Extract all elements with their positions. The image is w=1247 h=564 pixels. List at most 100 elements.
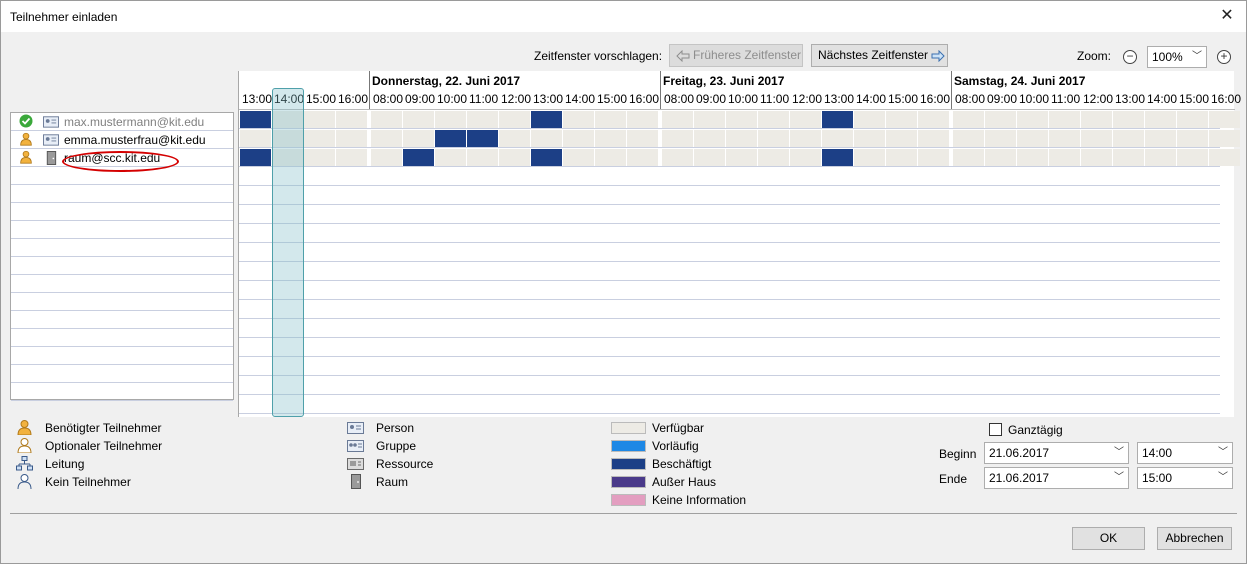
free-slot[interactable] <box>953 149 984 166</box>
cancel-button[interactable]: Abbrechen <box>1157 527 1232 550</box>
free-slot[interactable] <box>662 149 693 166</box>
free-slot[interactable] <box>1049 130 1080 147</box>
free-slot[interactable] <box>758 149 789 166</box>
free-slot[interactable] <box>854 149 885 166</box>
attendee-email[interactable]: max.mustermann@kit.edu <box>64 115 204 129</box>
list-item[interactable] <box>11 203 233 221</box>
free-slot[interactable] <box>627 111 658 128</box>
free-slot[interactable] <box>403 111 434 128</box>
end-time-select[interactable]: 15:00 ﹀ <box>1137 467 1233 489</box>
list-item[interactable]: emma.musterfrau@kit.edu <box>11 131 233 149</box>
free-slot[interactable] <box>1209 111 1240 128</box>
free-slot[interactable] <box>985 149 1016 166</box>
free-slot[interactable] <box>1049 149 1080 166</box>
free-slot[interactable] <box>499 130 530 147</box>
free-slot[interactable] <box>1081 111 1112 128</box>
free-slot[interactable] <box>1145 111 1176 128</box>
begin-time-select[interactable]: 14:00 ﹀ <box>1137 442 1233 464</box>
free-slot[interactable] <box>726 111 757 128</box>
free-slot[interactable] <box>854 111 885 128</box>
list-item[interactable] <box>11 347 233 365</box>
free-slot[interactable] <box>726 149 757 166</box>
free-slot[interactable] <box>953 111 984 128</box>
next-slot-button[interactable]: Nächstes Zeitfenster <box>811 44 948 67</box>
free-slot[interactable] <box>1113 130 1144 147</box>
ok-button[interactable]: OK <box>1072 527 1145 550</box>
begin-date-select[interactable]: 21.06.2017 ﹀ <box>984 442 1129 464</box>
free-slot[interactable] <box>1017 149 1048 166</box>
free-slot[interactable] <box>467 149 498 166</box>
free-slot[interactable] <box>336 111 367 128</box>
person-card-icon[interactable] <box>43 133 59 146</box>
free-slot[interactable] <box>595 149 626 166</box>
free-slot[interactable] <box>758 130 789 147</box>
free-slot[interactable] <box>304 111 335 128</box>
free-slot[interactable] <box>694 149 725 166</box>
free-slot[interactable] <box>886 111 917 128</box>
free-slot[interactable] <box>371 130 402 147</box>
free-slot[interactable] <box>627 130 658 147</box>
free-slot[interactable] <box>918 111 949 128</box>
free-slot[interactable] <box>1113 149 1144 166</box>
list-item[interactable] <box>11 239 233 257</box>
free-slot[interactable] <box>499 149 530 166</box>
free-slot[interactable] <box>595 111 626 128</box>
list-item[interactable] <box>11 257 233 275</box>
free-slot[interactable] <box>1049 111 1080 128</box>
free-slot[interactable] <box>985 111 1016 128</box>
earlier-slot-button[interactable]: Früheres Zeitfenster <box>669 44 803 67</box>
free-slot[interactable] <box>336 130 367 147</box>
free-slot[interactable] <box>953 130 984 147</box>
free-slot[interactable] <box>563 149 594 166</box>
free-slot[interactable] <box>531 130 562 147</box>
free-slot[interactable] <box>854 130 885 147</box>
zoom-in-icon[interactable]: + <box>1217 50 1231 64</box>
person-required-icon[interactable] <box>19 132 33 146</box>
free-slot[interactable] <box>499 111 530 128</box>
list-item[interactable] <box>11 329 233 347</box>
list-item[interactable] <box>11 185 233 203</box>
free-slot[interactable] <box>662 130 693 147</box>
free-slot[interactable] <box>1081 130 1112 147</box>
free-slot[interactable] <box>435 111 466 128</box>
free-slot[interactable] <box>435 149 466 166</box>
list-item[interactable] <box>11 365 233 383</box>
close-icon[interactable]: ✕ <box>1214 4 1240 28</box>
zoom-select[interactable]: 100% ﹀ <box>1147 46 1207 68</box>
free-slot[interactable] <box>694 111 725 128</box>
free-slot[interactable] <box>595 130 626 147</box>
list-item[interactable] <box>11 221 233 239</box>
list-item[interactable] <box>11 293 233 311</box>
free-slot[interactable] <box>985 130 1016 147</box>
free-slot[interactable] <box>790 130 821 147</box>
room-door-icon[interactable] <box>43 151 59 165</box>
free-slot[interactable] <box>790 111 821 128</box>
free-slot[interactable] <box>822 130 853 147</box>
free-slot[interactable] <box>371 149 402 166</box>
free-slot[interactable] <box>790 149 821 166</box>
selected-timeslot[interactable] <box>272 88 304 417</box>
free-slot[interactable] <box>1017 111 1048 128</box>
free-slot[interactable] <box>1209 149 1240 166</box>
free-slot[interactable] <box>918 130 949 147</box>
free-slot[interactable] <box>1177 130 1208 147</box>
person-card-icon[interactable] <box>43 115 59 128</box>
free-slot[interactable] <box>1017 130 1048 147</box>
free-slot[interactable] <box>1177 111 1208 128</box>
free-slot[interactable] <box>886 130 917 147</box>
list-item[interactable]: max.mustermann@kit.edu <box>11 113 233 131</box>
free-slot[interactable] <box>563 111 594 128</box>
end-date-select[interactable]: 21.06.2017 ﹀ <box>984 467 1129 489</box>
accepted-check-icon[interactable] <box>19 114 33 128</box>
free-slot[interactable] <box>918 149 949 166</box>
person-required-icon[interactable] <box>19 150 33 164</box>
list-item[interactable] <box>11 275 233 293</box>
free-slot[interactable] <box>563 130 594 147</box>
free-slot[interactable] <box>1145 149 1176 166</box>
zoom-out-icon[interactable]: − <box>1123 50 1137 64</box>
allday-checkbox[interactable] <box>989 423 1002 436</box>
free-slot[interactable] <box>371 111 402 128</box>
free-slot[interactable] <box>627 149 658 166</box>
free-slot[interactable] <box>467 111 498 128</box>
free-slot[interactable] <box>1081 149 1112 166</box>
